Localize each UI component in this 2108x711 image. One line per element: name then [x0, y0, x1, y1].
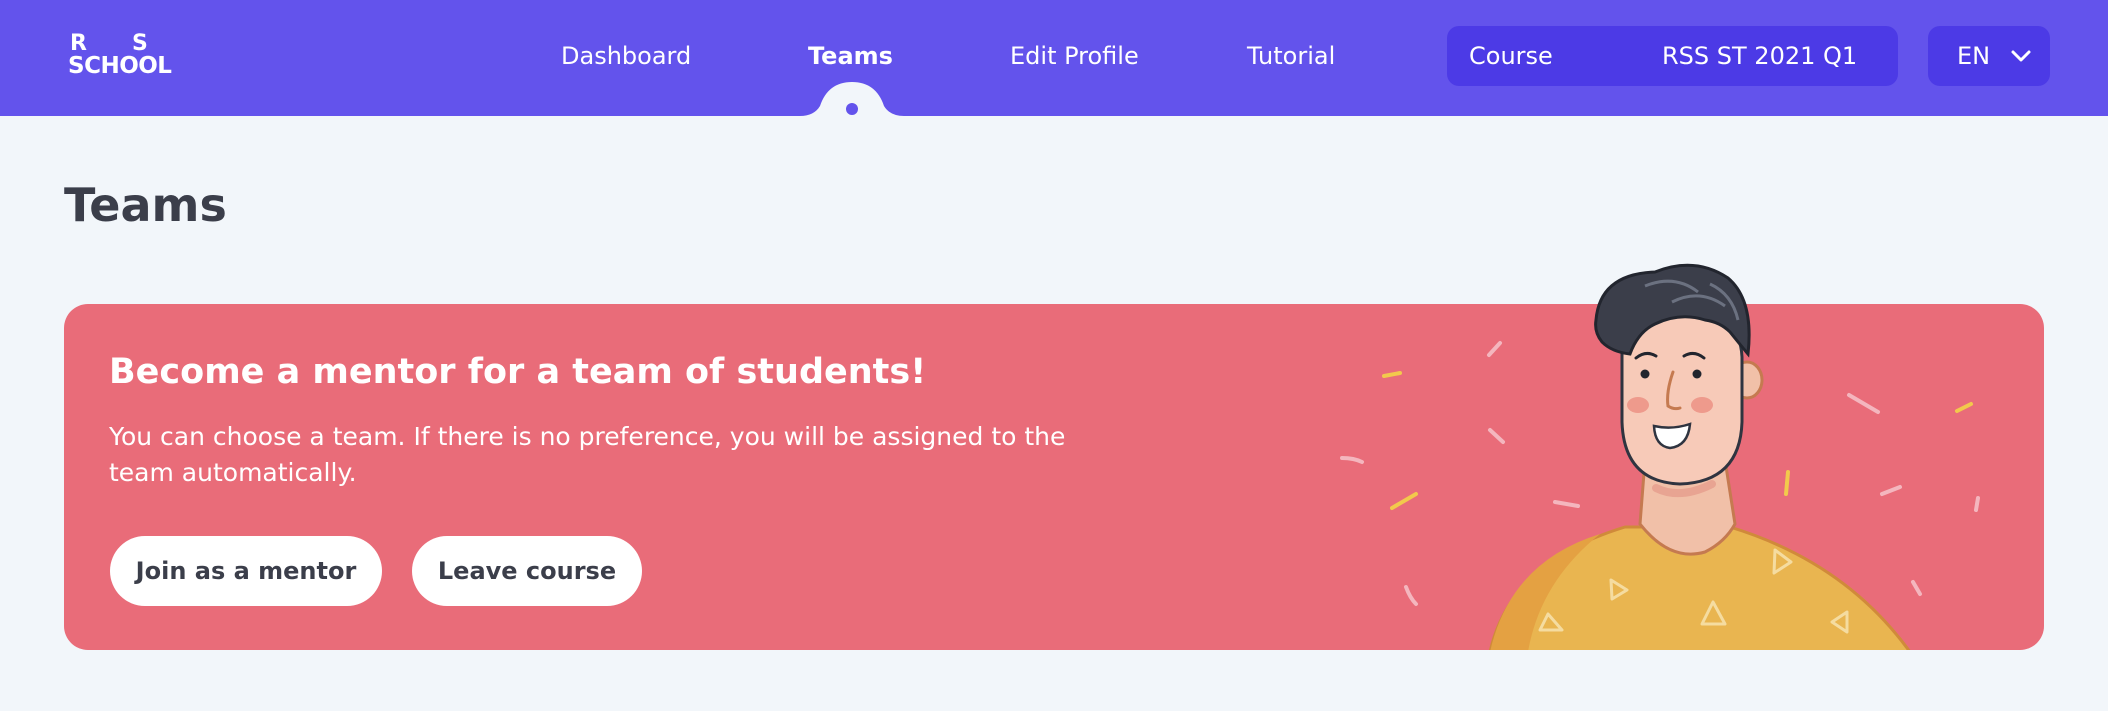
language-select-value: EN	[1957, 42, 1991, 70]
logo-line-2: SCHOOL	[68, 53, 172, 79]
nav-edit-profile[interactable]: Edit Profile	[1010, 38, 1139, 74]
logo-letter-s: S	[132, 31, 149, 56]
nav-dashboard[interactable]: Dashboard	[561, 38, 691, 74]
course-select-label: Course	[1469, 42, 1553, 70]
leave-course-button[interactable]: Leave course	[412, 536, 642, 606]
banner-title: Become a mentor for a team of students!	[109, 352, 927, 392]
course-select-value: RSS ST 2021 Q1	[1662, 42, 1858, 70]
active-tab-indicator	[800, 82, 904, 118]
language-select[interactable]: EN	[1928, 26, 2050, 86]
nav-tutorial[interactable]: Tutorial	[1247, 38, 1335, 74]
mentor-illustration	[1340, 263, 1980, 650]
page-title: Teams	[64, 178, 227, 232]
course-select[interactable]: Course RSS ST 2021 Q1	[1447, 26, 1898, 86]
rs-school-logo[interactable]: RS SCHOOL	[68, 33, 208, 83]
logo-line-1: RS	[70, 33, 148, 55]
top-navigation-bar: RS SCHOOL Dashboard Teams Edit Profile T…	[0, 0, 2108, 118]
banner-description: You can choose a team. If there is no pr…	[109, 422, 1066, 487]
nav-teams[interactable]: Teams	[808, 38, 893, 74]
join-as-mentor-button[interactable]: Join as a mentor	[110, 536, 382, 606]
chevron-down-icon	[2011, 50, 2031, 62]
